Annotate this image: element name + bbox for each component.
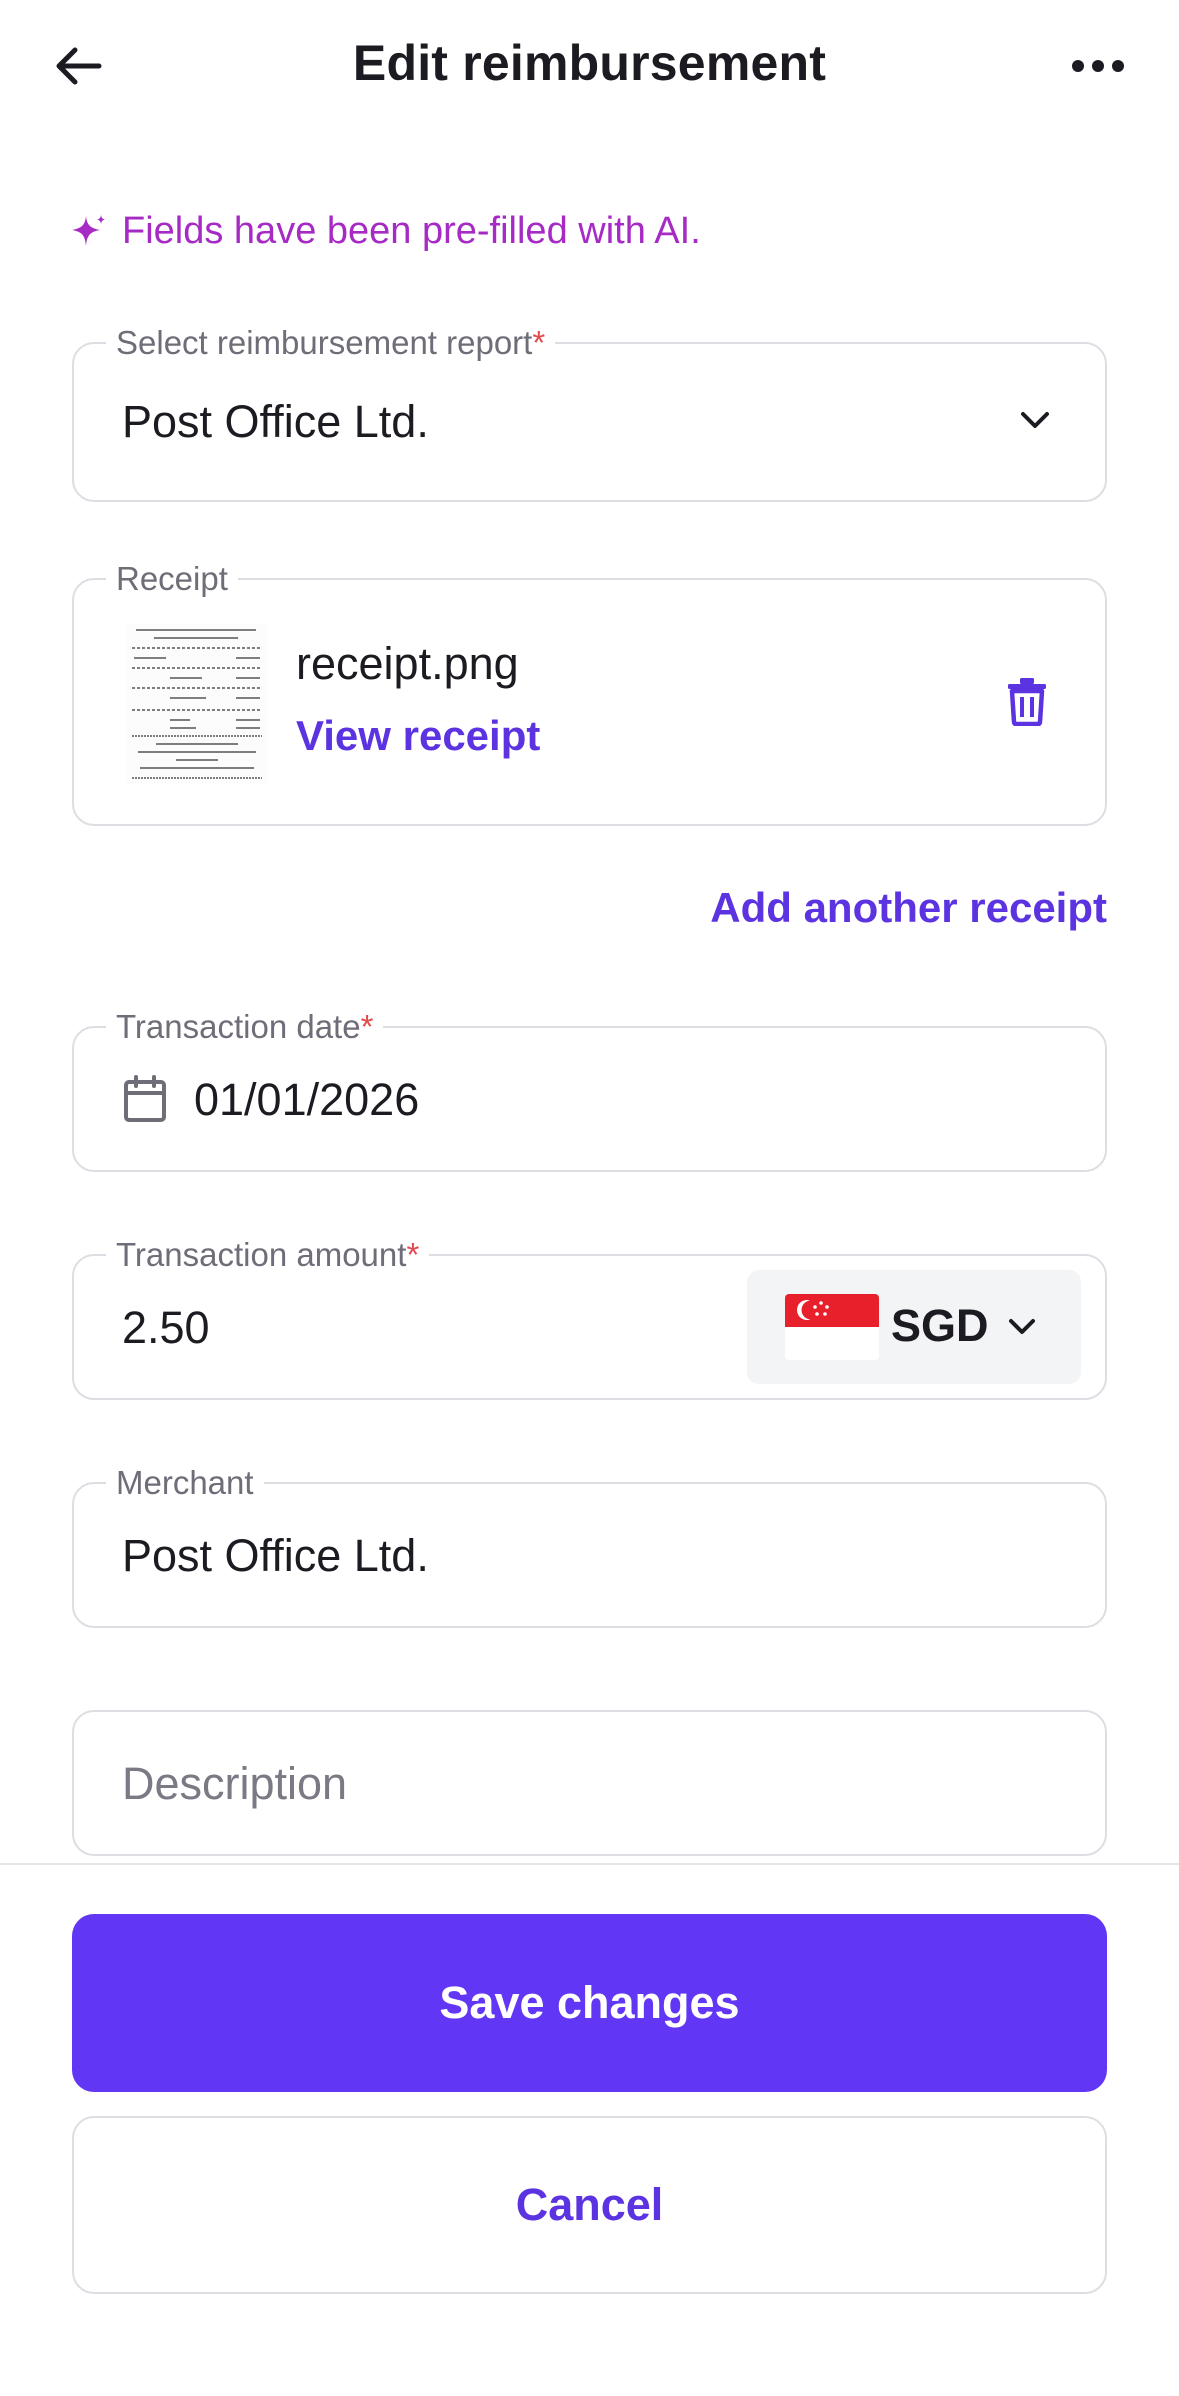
report-selected-value: Post Office Ltd. <box>122 396 429 447</box>
singapore-flag-icon <box>785 1294 879 1360</box>
date-field-label: Transaction date* <box>106 1007 384 1047</box>
page-title: Edit reimbursement <box>352 35 827 91</box>
calendar-icon <box>124 1075 166 1122</box>
transaction-date-field[interactable]: Transaction date* 01/01/2026 <box>72 1007 1107 1172</box>
receipt-thumbnail[interactable] <box>126 624 268 784</box>
required-mark: * <box>406 1236 420 1273</box>
amount-label-text: Transaction amount <box>116 1236 407 1273</box>
add-another-receipt-link[interactable]: Add another receipt <box>710 884 1107 932</box>
more-options-button[interactable] <box>1061 46 1135 86</box>
transaction-amount-value: 2.50 <box>122 1302 210 1353</box>
sparkle-icon <box>72 214 105 246</box>
transaction-date-value: 01/01/2026 <box>194 1074 420 1125</box>
reimbursement-report-select[interactable]: Select reimbursement report* Post Office… <box>72 323 1107 502</box>
more-horizontal-icon <box>1072 60 1084 72</box>
description-field[interactable]: Description <box>72 1710 1107 1856</box>
ai-notice-text: Fields have been pre-filled with AI. <box>122 210 701 252</box>
footer-divider <box>0 1863 1179 1865</box>
date-label-text: Transaction date <box>116 1008 361 1045</box>
merchant-field-label: Merchant <box>106 1463 264 1503</box>
receipt-file-name: receipt.png <box>296 638 519 689</box>
required-mark: * <box>532 324 546 361</box>
receipt-field: Receipt receipt.png View receipt <box>72 559 1107 826</box>
report-label-text: Select reimbursement report <box>116 324 533 361</box>
delete-receipt-button[interactable] <box>1005 676 1049 731</box>
report-field-label: Select reimbursement report* <box>106 323 556 363</box>
top-app-bar: Edit reimbursement <box>0 0 1179 132</box>
required-mark: * <box>360 1008 374 1045</box>
more-dot <box>1092 60 1104 72</box>
currency-code: SGD <box>891 1300 989 1351</box>
description-placeholder: Description <box>122 1758 348 1809</box>
chevron-down-icon <box>1009 1319 1035 1334</box>
view-receipt-link[interactable]: View receipt <box>296 712 540 760</box>
merchant-value: Post Office Ltd. <box>122 1530 429 1581</box>
ai-prefill-notice: Fields have been pre-filled with AI. <box>70 210 701 253</box>
receipt-field-label: Receipt <box>106 559 238 599</box>
receipt-image <box>126 624 268 784</box>
merchant-field[interactable]: Merchant Post Office Ltd. <box>72 1463 1107 1628</box>
save-changes-button[interactable]: Save changes <box>72 1914 1107 2092</box>
more-dot <box>1112 60 1124 72</box>
transaction-amount-field[interactable]: Transaction amount* 2.50 SGD <box>72 1235 1107 1400</box>
currency-selector[interactable]: SGD <box>747 1270 1081 1384</box>
cancel-button[interactable]: Cancel <box>72 2116 1107 2294</box>
trash-icon <box>1008 678 1046 727</box>
chevron-down-icon <box>1021 412 1049 428</box>
edit-reimbursement-screen: Edit reimbursement Fields have been pre-… <box>0 0 1179 2396</box>
amount-field-label: Transaction amount* <box>106 1235 430 1275</box>
